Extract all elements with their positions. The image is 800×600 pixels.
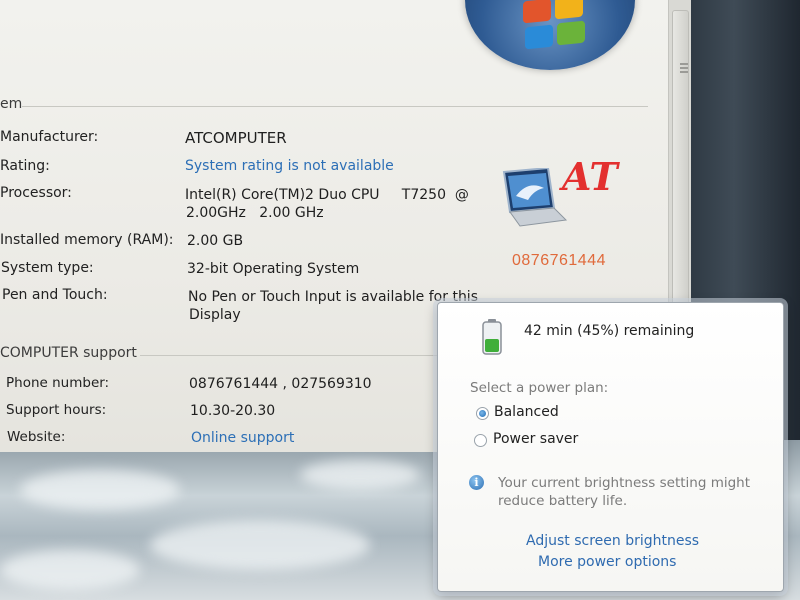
website-label: Website: bbox=[7, 429, 66, 445]
system-type-label: System type: bbox=[1, 260, 94, 276]
at-logo-text: AT bbox=[562, 154, 618, 199]
manufacturer-value: ATCOMPUTER bbox=[185, 129, 287, 147]
rating-link[interactable]: System rating is not available bbox=[185, 158, 394, 174]
system-type-value: 32-bit Operating System bbox=[187, 261, 360, 277]
memory-label: Installed memory (RAM): bbox=[0, 232, 174, 248]
pen-touch-label: Pen and Touch: bbox=[2, 287, 108, 303]
laptop-logo-icon bbox=[502, 168, 568, 227]
section-divider bbox=[140, 355, 440, 356]
section-divider bbox=[22, 106, 648, 107]
more-power-options-link[interactable]: More power options bbox=[538, 554, 676, 570]
logo-phone-number: 0876761444 bbox=[512, 252, 606, 269]
online-support-link[interactable]: Online support bbox=[191, 430, 294, 446]
phone-label: Phone number: bbox=[6, 375, 110, 391]
power-plan-prompt: Select a power plan: bbox=[470, 380, 609, 396]
support-hours-label: Support hours: bbox=[6, 402, 107, 418]
battery-icon bbox=[482, 319, 502, 355]
balanced-radio[interactable] bbox=[476, 407, 489, 420]
phone-value: 0876761444 , 027569310 bbox=[189, 376, 372, 392]
scroll-grip-icon bbox=[680, 61, 688, 75]
support-section-title: COMPUTER support bbox=[0, 345, 137, 361]
power-saver-radio[interactable] bbox=[474, 434, 487, 447]
memory-value: 2.00 GB bbox=[187, 233, 244, 249]
brightness-info-line1: Your current brightness setting might bbox=[498, 475, 751, 491]
battery-flyout: 42 min (45%) remaining Select a power pl… bbox=[437, 302, 784, 592]
pen-touch-value: No Pen or Touch Input is available for t… bbox=[188, 289, 478, 305]
processor-value: Intel(R) Core(TM)2 Duo CPU T7250 @ bbox=[185, 187, 469, 203]
windows-logo-icon bbox=[465, 0, 635, 70]
pen-touch-value-line2: Display bbox=[189, 307, 241, 323]
balanced-label[interactable]: Balanced bbox=[494, 404, 559, 420]
processor-speed-value: 2.00GHz 2.00 GHz bbox=[186, 205, 324, 221]
power-saver-label[interactable]: Power saver bbox=[493, 431, 578, 447]
battery-status-text: 42 min (45%) remaining bbox=[524, 323, 695, 339]
processor-label: Processor: bbox=[0, 185, 72, 201]
support-hours-value: 10.30-20.30 bbox=[190, 403, 276, 419]
system-section-title: em bbox=[0, 96, 23, 112]
adjust-brightness-link[interactable]: Adjust screen brightness bbox=[526, 533, 699, 549]
brightness-info-line2: reduce battery life. bbox=[498, 493, 628, 509]
rating-label: Rating: bbox=[0, 158, 50, 174]
info-icon: i bbox=[469, 475, 484, 490]
manufacturer-label: Manufacturer: bbox=[0, 129, 99, 145]
